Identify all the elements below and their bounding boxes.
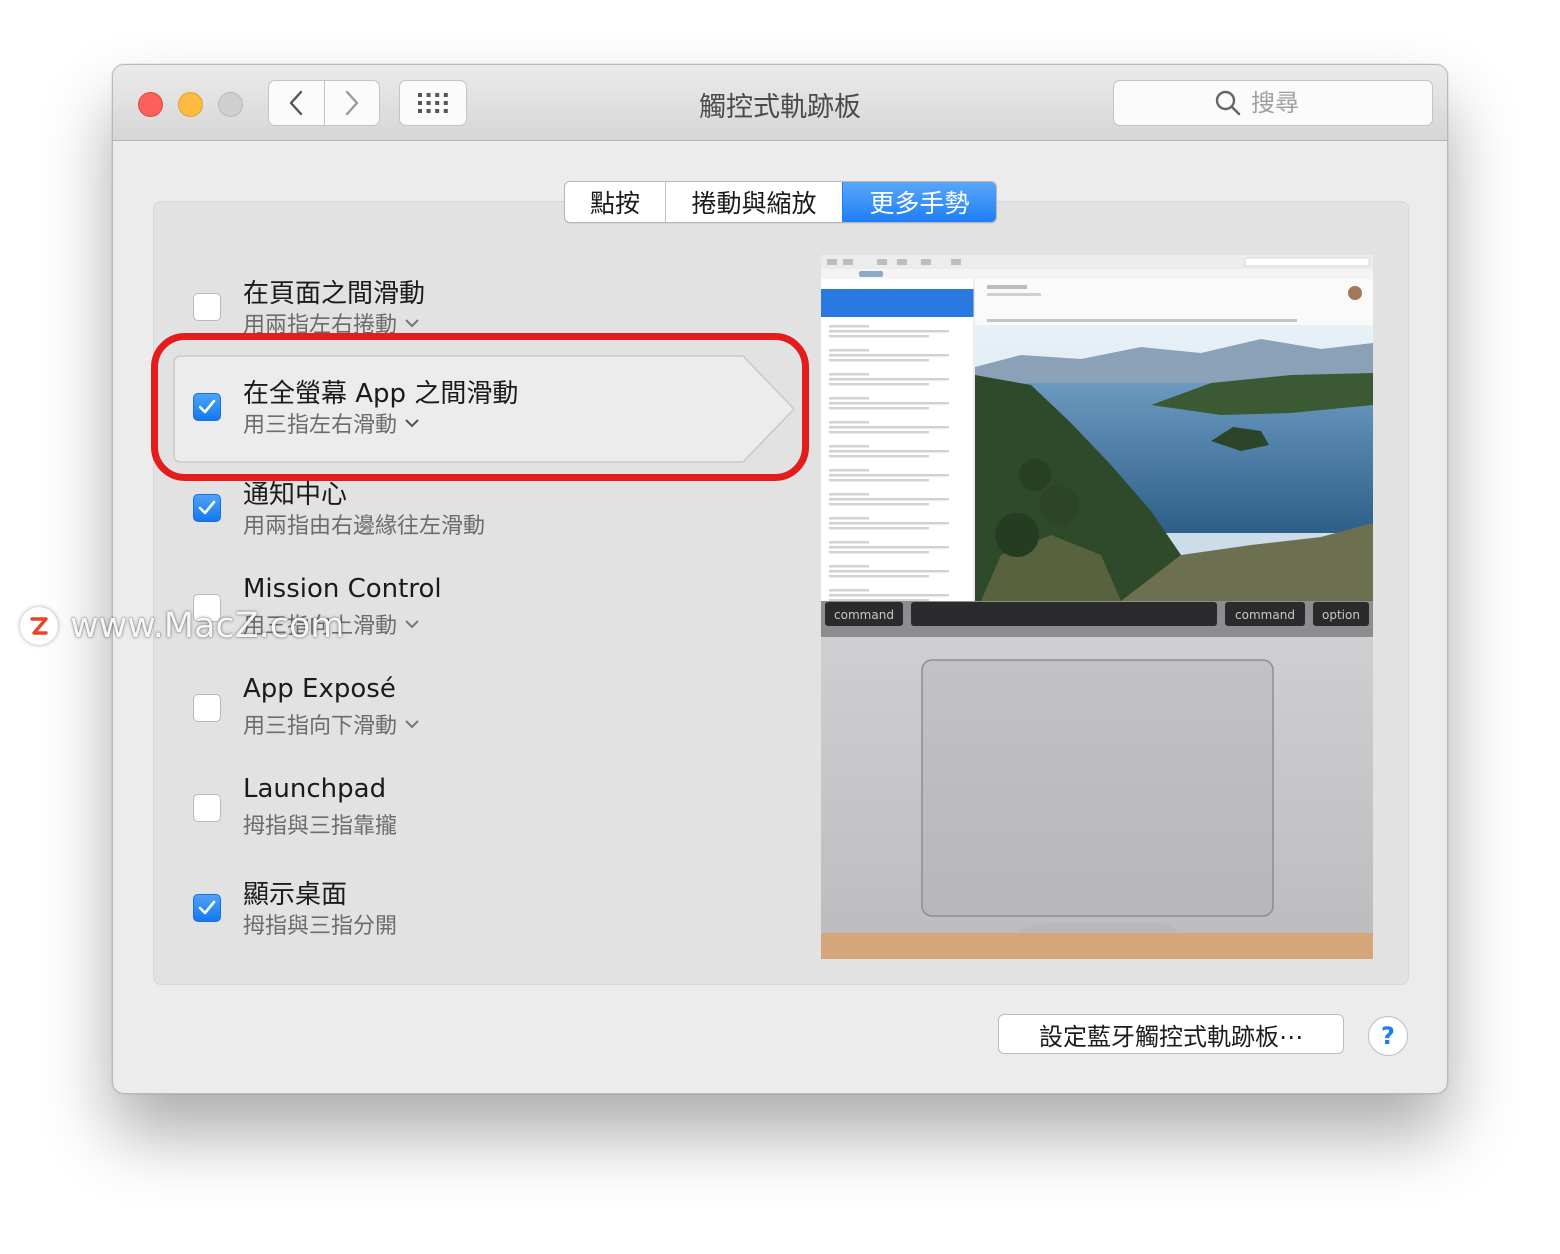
gesture-preview-illustration: command command option	[821, 255, 1373, 959]
option-subtitle-row: 拇指與三指靠攏	[243, 808, 397, 840]
gesture-menu[interactable]: 用三指向下滑動	[243, 708, 419, 740]
mail-row-line	[829, 402, 949, 405]
mail-row-line	[829, 325, 869, 328]
preferences-window: 觸控式軌跡板 點按 捲動與縮放 更多手勢 在頁面之間滑動 用兩指左右捲動 在全螢…	[112, 64, 1448, 1094]
mail-row-line	[829, 373, 869, 376]
mail-row-line	[829, 397, 869, 400]
tab-more-gestures[interactable]: 更多手勢	[842, 182, 996, 222]
checkbox-swipe-between-pages[interactable]	[193, 293, 221, 321]
checkbox-notification-center[interactable]	[193, 494, 221, 522]
mail-row-line	[829, 445, 869, 448]
mail-row-line	[829, 455, 929, 458]
setup-bluetooth-trackpad-button[interactable]: 設定藍牙觸控式軌跡板⋯	[998, 1014, 1344, 1054]
checkmark-icon	[198, 500, 216, 515]
mail-row-line	[829, 421, 869, 424]
help-button[interactable]: ?	[1368, 1016, 1408, 1056]
chevron-down-icon	[405, 619, 419, 628]
mail-row-line	[829, 498, 949, 501]
mail-row-line	[829, 546, 949, 549]
mail-row-line	[829, 431, 929, 434]
mail-row-line	[829, 493, 869, 496]
mail-row-line	[829, 575, 929, 578]
search-field[interactable]	[1113, 80, 1433, 126]
mail-row-line	[829, 541, 869, 544]
key-command-right: command	[1235, 608, 1295, 622]
chevron-down-icon	[405, 719, 419, 728]
search-icon	[1215, 90, 1241, 116]
mail-row-line	[829, 503, 929, 506]
mail-row-line	[829, 565, 869, 568]
checkmark-icon	[198, 900, 216, 915]
watermark-logo	[20, 607, 58, 645]
mail-row-line	[829, 517, 869, 520]
option-subtitle: 用三指向下滑動	[243, 714, 398, 739]
mail-row-line	[829, 589, 869, 592]
mail-row-line	[829, 474, 949, 477]
option-subtitle-row: 用兩指由右邊緣往左滑動	[243, 508, 485, 540]
mail-row-line	[829, 354, 949, 357]
option-subtitle: 拇指與三指靠攏	[243, 814, 398, 839]
option-title: 顯示桌面	[243, 880, 348, 910]
z-logo-icon	[30, 617, 48, 635]
option-title: Mission Control	[243, 574, 442, 604]
mail-row-line	[829, 426, 949, 429]
search-input[interactable]	[1251, 89, 1331, 117]
option-title: Launchpad	[243, 774, 387, 804]
mail-row-line	[829, 527, 929, 530]
option-title: 在頁面之間滑動	[243, 279, 426, 309]
tab-scroll-and-zoom[interactable]: 捲動與縮放	[665, 182, 842, 222]
checkbox-launchpad[interactable]	[193, 794, 221, 822]
checkbox-show-desktop[interactable]	[193, 894, 221, 922]
mail-row-line	[829, 407, 929, 410]
mail-row-line	[829, 594, 949, 597]
key-command-left: command	[834, 608, 894, 622]
mail-row-line	[829, 349, 869, 352]
option-subtitle: 拇指與三指分開	[243, 914, 398, 939]
mail-row-line	[829, 378, 949, 381]
title-bar: 觸控式軌跡板	[113, 65, 1447, 141]
watermark-text: www.MacZ.com	[70, 606, 345, 646]
key-option: option	[1322, 608, 1360, 622]
mail-row-line	[829, 330, 949, 333]
tab-point-and-click[interactable]: 點按	[565, 182, 665, 222]
mail-row-line	[829, 383, 929, 386]
mail-row-line	[829, 469, 869, 472]
mail-row-line	[829, 570, 949, 573]
mail-row-line	[829, 450, 949, 453]
chevron-down-icon	[405, 318, 419, 327]
highlight-ring	[151, 333, 809, 481]
checkbox-app-expose[interactable]	[193, 694, 221, 722]
option-subtitle: 用兩指由右邊緣往左滑動	[243, 514, 486, 539]
mail-row-line	[829, 522, 949, 525]
gesture-preview: command command option	[821, 255, 1373, 959]
mail-row-line	[829, 335, 929, 338]
watermark: www.MacZ.com	[20, 606, 345, 646]
tab-bar: 點按 捲動與縮放 更多手勢	[564, 181, 997, 223]
mail-row-line	[829, 479, 929, 482]
option-title: App Exposé	[243, 674, 396, 704]
option-subtitle-row: 拇指與三指分開	[243, 908, 397, 940]
mail-row-line	[829, 359, 929, 362]
mail-row-line	[829, 551, 929, 554]
